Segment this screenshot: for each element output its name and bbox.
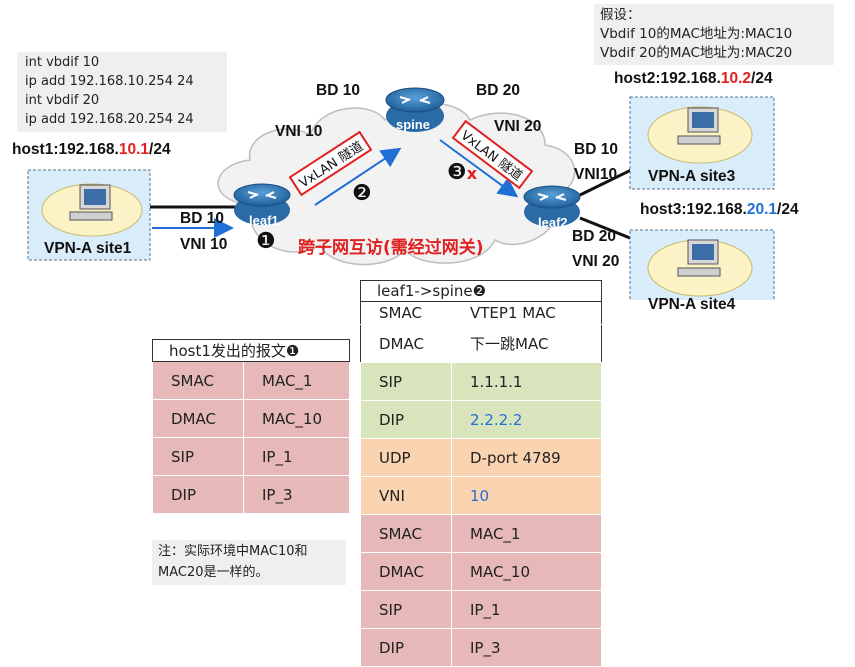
packet-value: MAC_10 <box>243 399 350 438</box>
site4-label: VPN-A site4 <box>648 296 736 313</box>
spine-packet-title: leaf1->spine❷ <box>360 280 602 302</box>
packet-field: SMAC <box>360 301 452 325</box>
packet-value: 下一跳MAC <box>451 324 602 363</box>
cross-subnet-label: 跨子网互访(需经过网关) <box>298 238 484 258</box>
packet-field: SIP <box>152 437 244 476</box>
vni20-top-label: VNI 20 <box>494 118 542 135</box>
packet-value: MAC_10 <box>451 552 602 591</box>
leaf2-label: leaf2 <box>538 215 568 230</box>
site1-pc-icon <box>41 183 143 237</box>
packet-value: 2.2.2.2 <box>451 400 602 439</box>
vni10-left-label: VNI 10 <box>180 236 228 253</box>
vni10-right-label: VNI10 <box>574 166 618 183</box>
vni10-top-label: VNI 10 <box>275 123 323 140</box>
site1-label: VPN-A site1 <box>44 240 132 257</box>
packet-value: IP_1 <box>451 590 602 629</box>
bd20-right-label: BD 20 <box>572 228 616 245</box>
note-line: MAC20是一样的。 <box>158 565 269 580</box>
note-line: 注：实际环境中MAC10和 <box>158 544 308 559</box>
packet-field: SIP <box>360 590 452 629</box>
packet-field: SIP <box>360 362 452 401</box>
spine-packet-table: leaf1->spine❷ SMAC VTEP1 MAC DMAC 下一跳MAC S… <box>360 280 602 667</box>
packet-value: IP_1 <box>243 437 350 476</box>
packet-value: IP_3 <box>243 475 350 514</box>
site4-pc-icon <box>647 239 753 297</box>
packet-field: SMAC <box>360 514 452 553</box>
marker-2: ❷ <box>352 181 372 206</box>
bd10-left-label: BD 10 <box>180 210 224 227</box>
packet-value: VTEP1 MAC <box>451 301 602 325</box>
packet-field: UDP <box>360 438 452 477</box>
packet-value: MAC_1 <box>451 514 602 553</box>
packet-value: MAC_1 <box>243 361 350 400</box>
leaf1-label: leaf1 <box>249 213 279 228</box>
host1-packet-title: host1发出的报文❶ <box>152 339 350 362</box>
packet-field: SMAC <box>152 361 244 400</box>
packet-field: DIP <box>152 475 244 514</box>
packet-field: DMAC <box>152 399 244 438</box>
note-box: 注：实际环境中MAC10和 MAC20是一样的。 <box>152 540 346 585</box>
packet-field: DIP <box>360 400 452 439</box>
site3-pc-icon <box>647 106 753 164</box>
bd10-right-label: BD 10 <box>574 141 618 158</box>
vni20-right-label: VNI 20 <box>572 253 620 270</box>
packet-field: DMAC <box>360 324 452 363</box>
packet-field: DIP <box>360 628 452 667</box>
packet-field: DMAC <box>360 552 452 591</box>
marker-3-x: x <box>466 164 478 183</box>
bd20-top-label: BD 20 <box>476 82 520 99</box>
site3-label: VPN-A site3 <box>648 168 736 185</box>
packet-value: IP_3 <box>451 628 602 667</box>
packet-field: VNI <box>360 476 452 515</box>
packet-value: D-port 4789 <box>451 438 602 477</box>
marker-3: ❸x <box>447 160 477 185</box>
packet-value: 1.1.1.1 <box>451 362 602 401</box>
spine-label: spine <box>396 117 430 132</box>
marker-1: ❶ <box>256 229 276 254</box>
host1-packet-table: host1发出的报文❶ SMAC MAC_1 DMAC MAC_10 SIP IP_1… <box>152 339 350 514</box>
bd10-top-label: BD 10 <box>316 82 360 99</box>
packet-value: 10 <box>451 476 602 515</box>
marker-3-number: ❸ <box>447 160 467 185</box>
